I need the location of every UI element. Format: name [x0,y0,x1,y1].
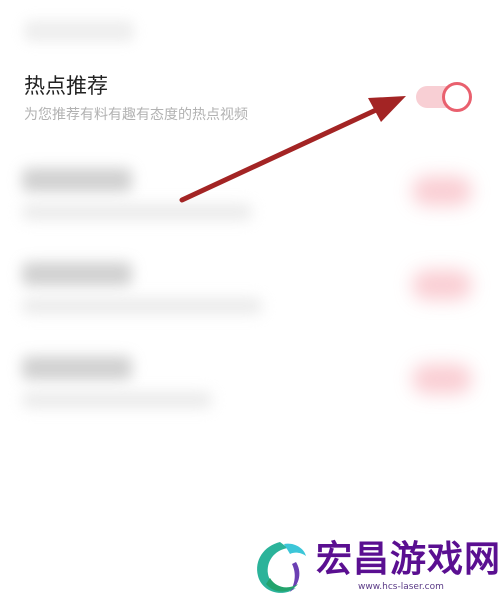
dragon-logo-icon [257,542,306,593]
blurred-section-header [24,20,134,42]
settings-screen: 热点推荐 为您推荐有料有趣有态度的热点视频 宏昌游戏网 www.hcs-lase… [0,0,500,602]
hot-recommend-description: 为您推荐有料有趣有态度的热点视频 [24,107,248,123]
hot-recommend-title: 热点推荐 [24,74,108,98]
blurred-setting-row-3 [0,356,500,426]
watermark-name: 宏昌游戏网 [316,539,500,580]
blurred-title [22,356,132,380]
blurred-title [22,168,132,192]
blurred-toggle[interactable] [412,270,472,300]
blurred-toggle[interactable] [412,176,472,206]
blurred-toggle[interactable] [412,364,472,394]
toggle-knob [442,82,472,112]
site-watermark: 宏昌游戏网 www.hcs-laser.com [250,538,500,600]
blurred-title [22,262,132,286]
watermark-url: www.hcs-laser.com [358,582,444,592]
blurred-setting-row-2 [0,262,500,332]
blurred-description [22,298,262,314]
blurred-description [22,204,252,220]
blurred-setting-row-1 [0,168,500,238]
hot-recommend-toggle[interactable] [416,82,472,112]
blurred-description [22,392,212,408]
